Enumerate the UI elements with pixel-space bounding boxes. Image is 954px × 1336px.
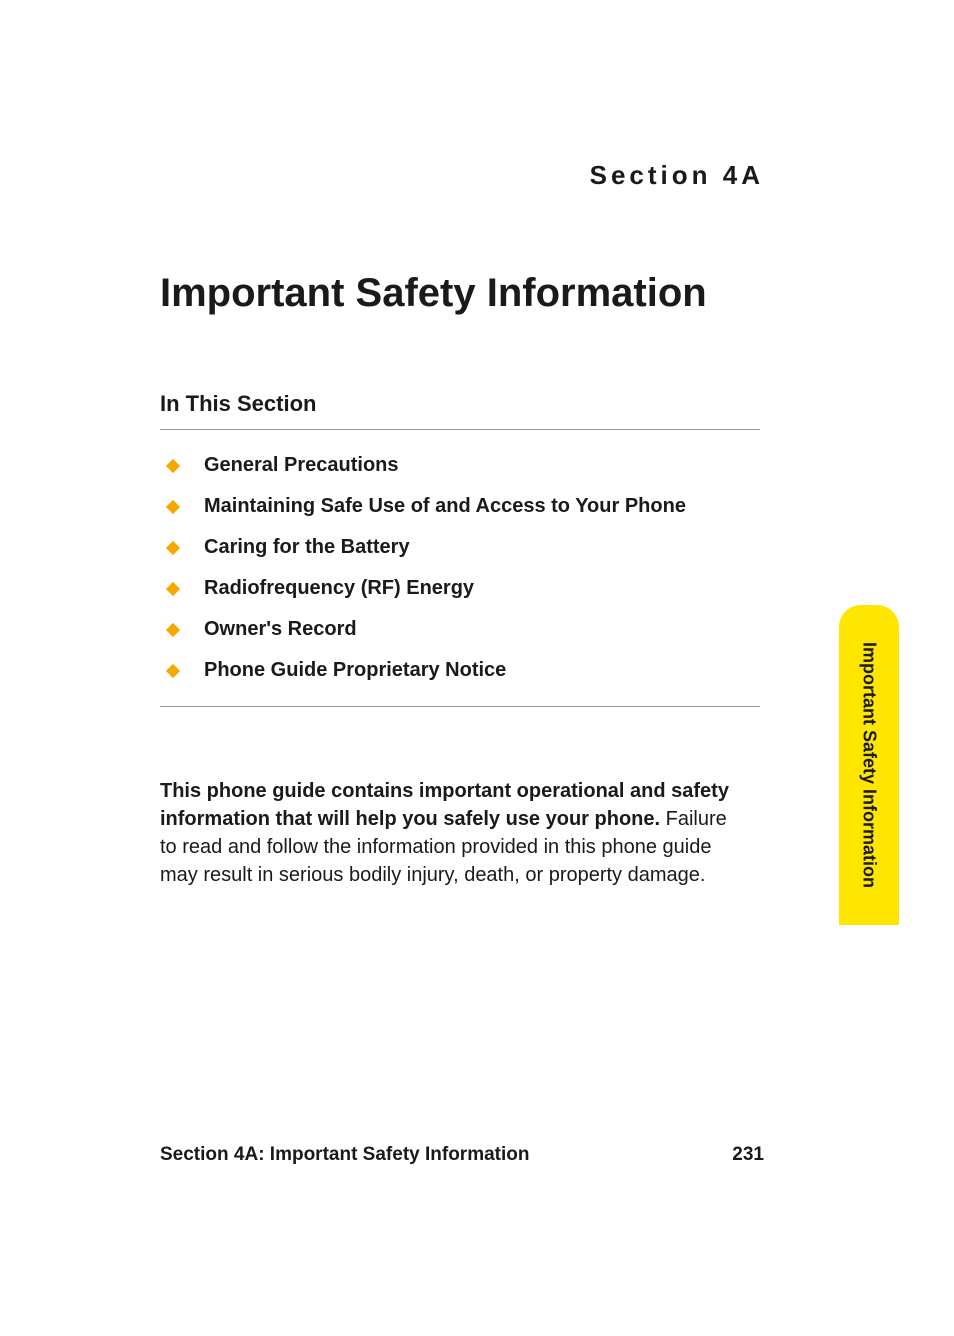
diamond-bullet-icon	[166, 540, 180, 554]
toc-item-label: General Precautions	[204, 454, 399, 477]
toc-item-label: Radiofrequency (RF) Energy	[204, 577, 474, 600]
side-tab: Important Safety Information	[839, 605, 899, 925]
diamond-bullet-icon	[166, 458, 180, 472]
footer-text: Section 4A: Important Safety Information	[160, 1144, 529, 1166]
toc-item: Owner's Record	[160, 618, 854, 641]
diamond-bullet-icon	[166, 622, 180, 636]
toc-item-label: Phone Guide Proprietary Notice	[204, 659, 506, 682]
section-label: Section 4A	[160, 160, 854, 191]
document-page: Section 4A Important Safety Information …	[0, 0, 954, 1336]
diamond-bullet-icon	[166, 499, 180, 513]
toc-item: Phone Guide Proprietary Notice	[160, 659, 854, 682]
diamond-bullet-icon	[166, 581, 180, 595]
toc-item: Radiofrequency (RF) Energy	[160, 577, 854, 600]
body-bold-text: This phone guide contains important oper…	[160, 780, 729, 830]
toc-item-label: Owner's Record	[204, 618, 357, 641]
page-title: Important Safety Information	[160, 271, 854, 316]
divider-bottom	[160, 706, 760, 707]
page-footer: Section 4A: Important Safety Information…	[160, 1144, 854, 1166]
toc-item-label: Caring for the Battery	[204, 536, 410, 559]
toc-item: General Precautions	[160, 454, 854, 477]
page-number: 231	[732, 1144, 764, 1166]
diamond-bullet-icon	[166, 663, 180, 677]
toc-item: Caring for the Battery	[160, 536, 854, 559]
side-tab-label: Important Safety Information	[859, 642, 880, 888]
toc-item-label: Maintaining Safe Use of and Access to Yo…	[204, 495, 686, 518]
sub-heading: In This Section	[160, 391, 854, 417]
divider-top	[160, 429, 760, 430]
body-paragraph: This phone guide contains important oper…	[160, 777, 740, 889]
toc-item: Maintaining Safe Use of and Access to Yo…	[160, 495, 854, 518]
toc-list: General Precautions Maintaining Safe Use…	[160, 454, 854, 682]
